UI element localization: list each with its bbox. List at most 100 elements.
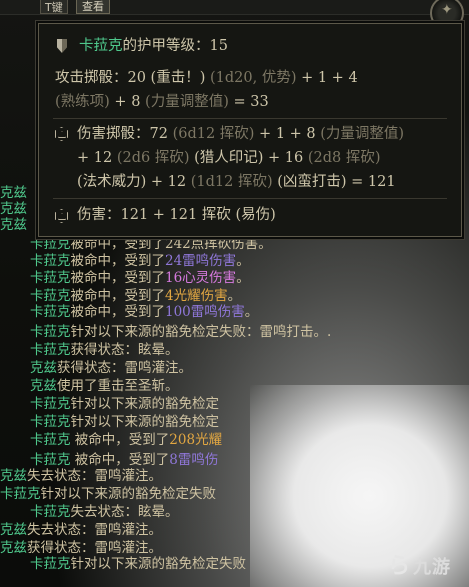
character-name[interactable]: 卡菈克 xyxy=(30,253,71,269)
log-text: 针对以下来源的豁免检定 xyxy=(70,396,220,412)
character-name[interactable]: 克兹 xyxy=(0,185,27,201)
character-name[interactable]: 卡菈克 xyxy=(30,504,71,520)
character-name[interactable]: 克兹 xyxy=(30,360,57,376)
log-line: 卡菈克被命中，受到了16心灵伤害。 xyxy=(30,270,250,286)
damage-total-line: 伤害：121 + 121 挥砍 (易伤) xyxy=(77,207,276,223)
damage-roll-line-1: 伤害掷骰：72 (6d12 挥砍) + 1 + 8 (力量调整值) xyxy=(77,124,404,144)
target-name: 卡菈克 xyxy=(79,38,123,54)
log-line: 卡菈克针对以下来源的豁免检定失败：雷鸣打击。. xyxy=(30,324,331,340)
damage-dice-3: (2d8 挥砍) xyxy=(307,150,381,166)
log-line: 克兹 xyxy=(0,185,27,201)
log-line: 卡菈克针对以下来源的豁免检定 xyxy=(30,414,219,430)
log-text: 被命中，受到了 xyxy=(70,270,166,286)
armor-value: 15 xyxy=(209,38,228,54)
log-text: 。 xyxy=(227,288,242,304)
log-text: 针对以下来源的豁免检定失败：雷鸣打击。. xyxy=(70,324,332,340)
character-name[interactable]: 卡菈克 xyxy=(30,288,71,304)
character-name[interactable]: 卡菈克 xyxy=(30,396,71,412)
damage-text: 8雷鸣伤 xyxy=(169,452,219,468)
log-text: 针对以下来源的豁免检定 xyxy=(70,414,220,430)
d20-icon xyxy=(55,127,68,141)
watermark-text: 九游 xyxy=(413,557,452,578)
log-text: 获得状态：雷鸣灌注。 xyxy=(27,540,162,556)
log-text: 被命中，受到了 xyxy=(70,304,166,320)
log-line: 卡菈克 被命中，受到了208光耀 xyxy=(30,432,222,448)
log-line: 卡菈克 被命中，受到了8雷鸣伤 xyxy=(30,452,218,468)
character-name[interactable]: 卡菈克 xyxy=(30,236,71,252)
damage-total: (凶蛮打击) = 121 xyxy=(272,174,396,190)
damage-roll-text: 伤害掷骰：72 xyxy=(77,126,173,142)
character-name[interactable]: 克兹 xyxy=(0,217,27,233)
log-text: 被命中，受到了 xyxy=(70,452,170,468)
strength-mod-label: (力量调整值) xyxy=(145,94,229,110)
damage-dice-2: (2d6 挥砍) xyxy=(116,150,190,166)
damage-extra-1: + 12 xyxy=(77,150,117,166)
log-line: 克兹失去状态：雷鸣灌注。 xyxy=(0,468,162,484)
damage-text: 4光耀伤害 xyxy=(165,288,228,304)
hunters-mark-bonus: (猎人印记) + 16 xyxy=(189,150,308,166)
log-line: 卡菈克失去状态：眩晕。 xyxy=(30,504,179,520)
top-toolbar: T键 查看 ✦ xyxy=(0,0,469,30)
log-line: 卡菈克获得状态：眩晕。 xyxy=(30,342,179,358)
character-name[interactable]: 克兹 xyxy=(0,522,27,538)
divider xyxy=(53,198,447,199)
watermark-logo: ら九游 xyxy=(388,548,451,580)
view-button[interactable]: 查看 xyxy=(76,0,110,14)
armor-class-row: 卡菈克的护甲等级：15 xyxy=(79,36,228,56)
log-text: 。 xyxy=(236,270,250,286)
damage-text: 100雷鸣伤害 xyxy=(165,304,245,320)
log-text: 。 xyxy=(236,253,250,269)
log-line: 卡菈克针对以下来源的豁免检定 xyxy=(30,396,219,412)
log-line: 卡菈克针对以下来源的豁免检定失败 xyxy=(30,556,246,572)
log-text: 获得状态：眩晕。 xyxy=(70,342,179,358)
damage-dice-4: (1d12 挥砍) xyxy=(190,174,273,190)
log-text: 针对以下来源的豁免检定失败 xyxy=(40,486,217,502)
attack-roll-line-1: 攻击掷骰：20 (重击！) (1d20, 优势) + 1 + 4 xyxy=(55,68,358,88)
character-name[interactable]: 卡菈克 xyxy=(30,556,71,572)
damage-strength-label: (力量调整值) xyxy=(320,126,405,142)
proficiency-label: (熟练项) xyxy=(55,94,110,110)
attack-roll-line-2: (熟练项) + 8 (力量调整值) = 33 xyxy=(55,92,269,112)
d20-icon xyxy=(55,209,68,223)
divider xyxy=(53,118,447,119)
character-name[interactable]: 卡菈克 xyxy=(0,486,41,502)
log-line: 卡菈克被命中，受到了242点挥砍伤害。 xyxy=(30,236,272,252)
shield-icon xyxy=(57,39,67,53)
log-text: 失去状态：雷鸣灌注。 xyxy=(27,468,162,484)
attack-total: = 33 xyxy=(228,94,269,110)
damage-dice: (6d12 挥砍) xyxy=(172,126,255,142)
damage-roll-line-3: (法术威力) + 12 (1d12 挥砍) (凶蛮打击) = 121 xyxy=(77,172,396,192)
log-text: 使用了重击至圣斩。 xyxy=(57,378,179,394)
damage-bonus: + 1 + 8 xyxy=(254,126,321,142)
log-text: 失去状态：雷鸣灌注。 xyxy=(27,522,162,538)
log-line: 克兹获得状态：雷鸣灌注。 xyxy=(0,540,162,556)
character-name[interactable]: 克兹 xyxy=(0,540,27,556)
armor-label: 的护甲等级： xyxy=(122,38,210,54)
attack-roll-dice: (1d20, 优势) xyxy=(209,70,297,86)
character-name[interactable]: 卡菈克 xyxy=(30,304,71,320)
log-line: 卡菈克被命中，受到了24雷鸣伤害。 xyxy=(30,253,250,269)
log-line: 克兹使用了重击至圣斩。 xyxy=(30,378,179,394)
log-text: 被命中，受到了 xyxy=(70,432,170,448)
damage-text: 208光耀 xyxy=(169,432,223,448)
character-name[interactable]: 克兹 xyxy=(0,468,27,484)
character-name[interactable]: 卡菈克 xyxy=(30,432,71,448)
log-text: 。 xyxy=(244,304,259,320)
log-text: 被命中，受到了242点挥砍伤害。 xyxy=(70,236,272,252)
character-name[interactable]: 卡菈克 xyxy=(30,270,71,286)
damage-text: 16心灵伤害 xyxy=(165,270,237,286)
log-text: 失去状态：眩晕。 xyxy=(70,504,179,520)
hotkey-label: T键 xyxy=(40,0,68,14)
character-name[interactable]: 克兹 xyxy=(30,378,57,394)
character-name[interactable]: 卡菈克 xyxy=(30,452,71,468)
log-line: 卡菈克被命中，受到了100雷鸣伤害。 xyxy=(30,304,258,320)
damage-roll-line-2: + 12 (2d6 挥砍) (猎人印记) + 16 (2d8 挥砍) xyxy=(77,148,381,168)
character-name[interactable]: 卡菈克 xyxy=(30,324,71,340)
log-line: 克兹获得状态：雷鸣灌注。 xyxy=(30,360,192,376)
character-name[interactable]: 卡菈克 xyxy=(30,342,71,358)
character-name[interactable]: 卡菈克 xyxy=(30,414,71,430)
character-name[interactable]: 克兹 xyxy=(0,201,27,217)
log-line: 卡菈克被命中，受到了4光耀伤害。 xyxy=(30,288,241,304)
log-line: 卡菈克针对以下来源的豁免检定失败 xyxy=(0,486,216,502)
log-text: 被命中，受到了 xyxy=(70,253,166,269)
